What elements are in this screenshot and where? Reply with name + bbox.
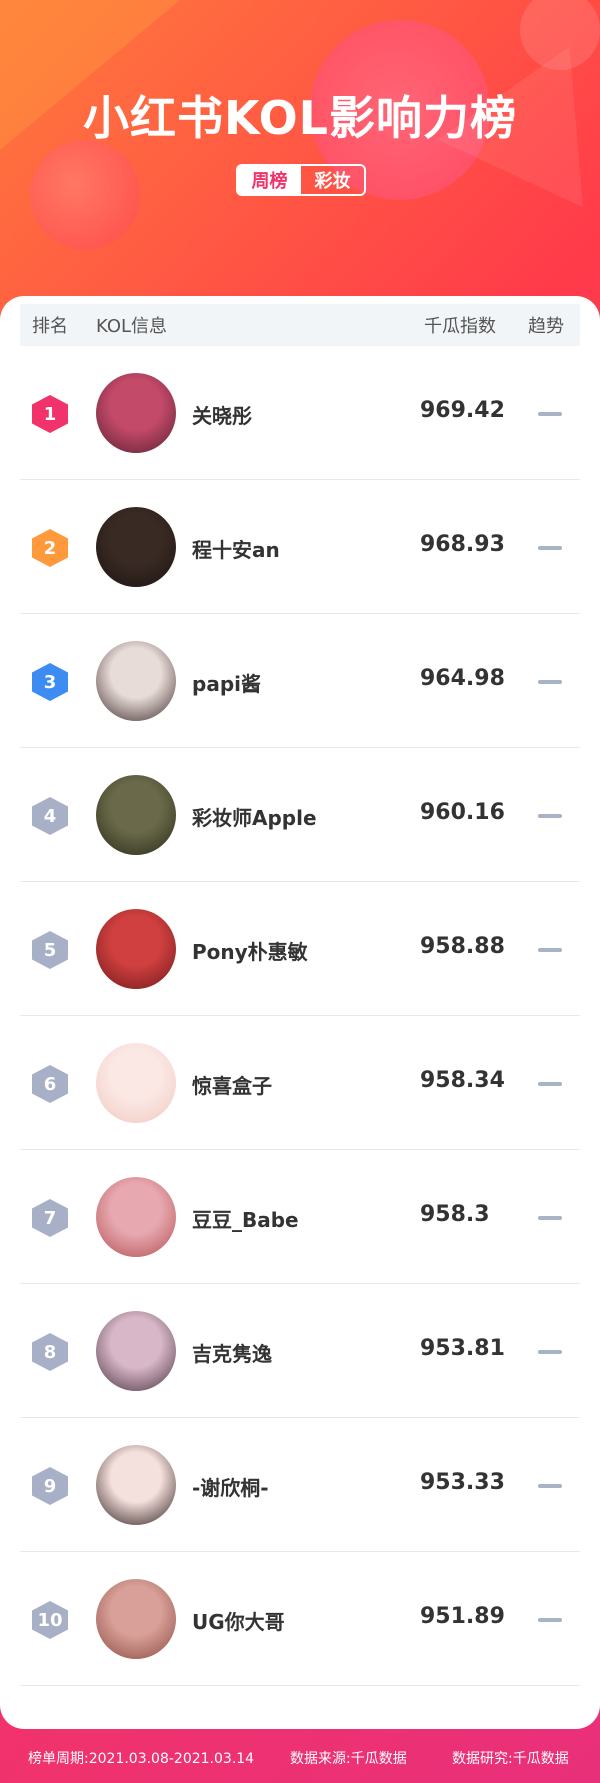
tab-group: 周榜 彩妆 [236, 164, 366, 196]
kol-name[interactable]: 惊喜盒子 [192, 1070, 272, 1099]
avatar[interactable] [96, 507, 176, 587]
footer-research: 数据研究:千瓜数据 [452, 1751, 569, 1767]
qiangua-index-value: 951.89 [420, 1604, 505, 1629]
kol-name[interactable]: papi酱 [192, 668, 261, 697]
rank-badge: 8 [32, 1333, 68, 1371]
table-row[interactable]: 10 UG你大哥 951.89 [20, 1552, 580, 1686]
kol-name[interactable]: 吉克隽逸 [192, 1338, 272, 1367]
trend-flat-icon [538, 546, 562, 550]
trend-flat-icon [538, 814, 562, 818]
kol-name[interactable]: 彩妆师Apple [192, 802, 317, 831]
avatar[interactable] [96, 1043, 176, 1123]
trend-flat-icon [538, 1216, 562, 1220]
qiangua-index-value: 958.34 [420, 1068, 505, 1093]
rank-badge: 2 [32, 529, 68, 567]
table-row[interactable]: 9 -谢欣桐- 953.33 [20, 1418, 580, 1552]
column-header-index: 千瓜指数 [424, 316, 496, 337]
footer-period: 榜单周期:2021.03.08-2021.03.14 [28, 1751, 255, 1767]
column-header-kol: KOL信息 [96, 316, 168, 337]
column-header-rank: 排名 [32, 316, 68, 337]
trend-flat-icon [538, 680, 562, 684]
table-row[interactable]: 1 关晓彤 969.42 [20, 346, 580, 480]
avatar[interactable] [96, 1177, 176, 1257]
table-row[interactable]: 2 程十安an 968.93 [20, 480, 580, 614]
avatar[interactable] [96, 641, 176, 721]
page-title: 小红书KOL影响力榜 [83, 91, 517, 145]
rank-badge: 3 [32, 663, 68, 701]
footer: 榜单周期:2021.03.08-2021.03.14 数据来源:千瓜数据 数据研… [0, 1740, 600, 1780]
table-header: 排名 KOL信息 千瓜指数 趋势 [20, 304, 580, 346]
avatar[interactable] [96, 775, 176, 855]
trend-flat-icon [538, 948, 562, 952]
table-row[interactable]: 6 惊喜盒子 958.34 [20, 1016, 580, 1150]
rank-badge: 4 [32, 797, 68, 835]
tab-weekly[interactable]: 周榜 [238, 166, 301, 194]
qiangua-index-value: 969.42 [420, 398, 505, 423]
rank-badge: 1 [32, 395, 68, 433]
trend-flat-icon [538, 412, 562, 416]
kol-name[interactable]: Pony朴惠敏 [192, 936, 308, 965]
rank-badge: 5 [32, 931, 68, 969]
rank-badge: 9 [32, 1467, 68, 1505]
trend-flat-icon [538, 1618, 562, 1622]
kol-name[interactable]: 豆豆_Babe [192, 1204, 299, 1233]
kol-name[interactable]: UG你大哥 [192, 1606, 285, 1635]
ranking-card: 排名 KOL信息 千瓜指数 趋势 1 关晓彤 969.42 2 程十安an 968.93 3… [0, 296, 600, 1729]
avatar[interactable] [96, 373, 176, 453]
header: 小红书KOL影响力榜 周榜 彩妆 [0, 0, 600, 300]
qiangua-index-value: 953.81 [420, 1336, 505, 1361]
table-row[interactable]: 5 Pony朴惠敏 958.88 [20, 882, 580, 1016]
tab-makeup[interactable]: 彩妆 [301, 166, 364, 194]
avatar[interactable] [96, 1445, 176, 1525]
qiangua-index-value: 964.98 [420, 666, 505, 691]
qiangua-index-value: 960.16 [420, 800, 505, 825]
ranking-list: 1 关晓彤 969.42 2 程十安an 968.93 3 papi酱 964.98 4 彩妆师Ap… [20, 346, 580, 1686]
avatar[interactable] [96, 1311, 176, 1391]
qiangua-index-value: 958.3 [420, 1202, 490, 1227]
column-header-trend: 趋势 [528, 316, 564, 337]
trend-flat-icon [538, 1350, 562, 1354]
table-row[interactable]: 4 彩妆师Apple 960.16 [20, 748, 580, 882]
table-row[interactable]: 7 豆豆_Babe 958.3 [20, 1150, 580, 1284]
rank-badge: 10 [32, 1601, 68, 1639]
qiangua-index-value: 968.93 [420, 532, 505, 557]
table-row[interactable]: 8 吉克隽逸 953.81 [20, 1284, 580, 1418]
kol-name[interactable]: 关晓彤 [192, 400, 252, 429]
rank-badge: 6 [32, 1065, 68, 1103]
qiangua-index-value: 958.88 [420, 934, 505, 959]
rank-badge: 7 [32, 1199, 68, 1237]
avatar[interactable] [96, 1579, 176, 1659]
kol-name[interactable]: -谢欣桐- [192, 1472, 269, 1501]
avatar[interactable] [96, 909, 176, 989]
footer-source: 数据来源:千瓜数据 [290, 1751, 407, 1767]
qiangua-index-value: 953.33 [420, 1470, 505, 1495]
kol-name[interactable]: 程十安an [192, 534, 280, 563]
table-row[interactable]: 3 papi酱 964.98 [20, 614, 580, 748]
trend-flat-icon [538, 1484, 562, 1488]
trend-flat-icon [538, 1082, 562, 1086]
